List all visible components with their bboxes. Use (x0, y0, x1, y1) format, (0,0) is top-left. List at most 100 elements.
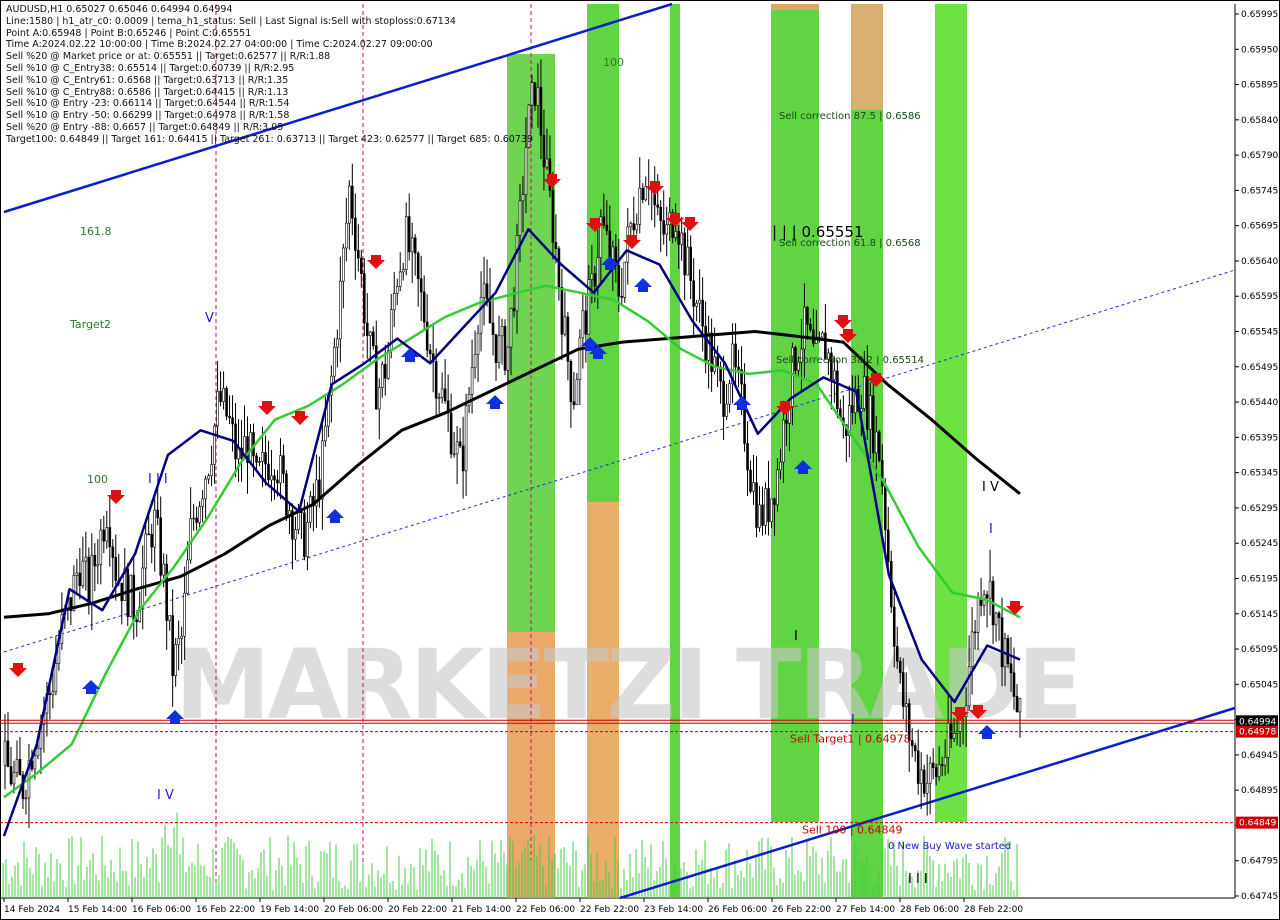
candle-body (620, 295, 624, 298)
candle-body (6, 740, 10, 767)
time-tick-label: 26 Feb 22:00 (772, 905, 831, 915)
candle-body (749, 469, 752, 492)
sell-correction-875-label: Sell correction 87.5 | 0.6586 (779, 111, 921, 122)
candle-body (512, 308, 516, 312)
candle-body (102, 529, 106, 542)
candle-body (111, 546, 115, 558)
new-buy-wave-label: 0 New Buy Wave started (888, 841, 1011, 852)
candle-body (485, 283, 489, 300)
candle-body (159, 517, 162, 576)
candle-body (180, 635, 183, 639)
info-line: Sell %10 @ Entry -50: 0.66299 || Target:… (6, 110, 290, 122)
candle-body (689, 246, 692, 282)
point-c-label: | | | 0.65551 (772, 223, 864, 241)
candle-body (153, 509, 157, 548)
candle-body (33, 755, 37, 770)
candle-body (183, 592, 186, 637)
time-tick-label: 14 Feb 2024 (4, 905, 60, 915)
price-tick-label: 0.65495 (1241, 363, 1278, 373)
candle-body (596, 257, 600, 287)
candle-body (24, 797, 28, 800)
candle-body (892, 606, 896, 647)
candle-body (105, 527, 109, 542)
candle-body (455, 441, 459, 455)
candle-body (114, 557, 118, 581)
candle-body (904, 703, 908, 707)
candle-body (584, 310, 588, 335)
sell-correction-382-label: Sell correction 38.2 | 0.65514 (776, 355, 924, 366)
candle-body (458, 441, 462, 447)
candle-body (677, 231, 680, 245)
time-tick-label: 22 Feb 06:00 (516, 905, 575, 915)
candle-body (659, 206, 663, 221)
candle-body (416, 252, 420, 279)
candle-body (518, 200, 522, 236)
candle-body (644, 186, 648, 200)
candle-body (988, 580, 992, 599)
sell-100-label: Sell 100 | 0.64849 (802, 824, 903, 837)
candle-body (452, 453, 456, 456)
candle-body (162, 563, 165, 576)
candle-body (782, 419, 785, 463)
candle-body (377, 387, 381, 410)
candle-body (874, 431, 878, 454)
price-tick-label: 0.65950 (1241, 45, 1278, 55)
candle-body (476, 332, 480, 355)
candle-body (165, 563, 168, 621)
candle-body (357, 250, 360, 259)
time-tick-label: 19 Feb 14:00 (260, 905, 319, 915)
candle-body (261, 452, 264, 462)
candle-body (473, 354, 477, 368)
candle-body (809, 324, 812, 331)
candle-body (662, 220, 666, 235)
candle-body (806, 306, 809, 325)
candle-body (593, 273, 597, 287)
candle-body (383, 364, 387, 379)
candle-body (359, 257, 363, 274)
time-tick-label: 20 Feb 06:00 (324, 905, 383, 915)
candle-body (1009, 663, 1013, 674)
candle-body (195, 517, 198, 523)
candle-body (491, 322, 495, 335)
candle-body (345, 222, 348, 249)
candle-body (303, 512, 306, 557)
candle-body (716, 356, 719, 368)
candle-body (877, 431, 881, 461)
candle-body (722, 380, 725, 417)
candle-body (871, 395, 875, 454)
price-tick-label: 0.65790 (1241, 151, 1278, 161)
candle-body (404, 216, 408, 270)
time-tick-label: 28 Feb 22:00 (964, 905, 1023, 915)
candle-body (351, 185, 354, 219)
candle-body (54, 663, 58, 693)
candle-body (90, 554, 94, 603)
candle-body (707, 332, 710, 361)
candle-body (371, 331, 375, 347)
candle-body (713, 356, 716, 372)
candle-body (605, 224, 609, 232)
candle-body (680, 232, 683, 245)
candle-body (15, 759, 19, 773)
time-tick-label: 16 Feb 22:00 (196, 905, 255, 915)
candle-body (737, 366, 740, 370)
candle-body (3, 740, 7, 766)
info-panel: AUDUSD,H1 0.65027 0.65046 0.64994 0.6499… (6, 4, 533, 146)
candle-body (779, 461, 782, 471)
candle-body (656, 204, 660, 208)
price-tick-label: 0.65345 (1241, 469, 1278, 479)
candle-body (773, 498, 776, 506)
candle-body (545, 158, 549, 168)
price-tick-label: 0.65245 (1241, 539, 1278, 549)
candle-body (506, 346, 510, 371)
candle-body (461, 445, 465, 472)
price-badge-label: 0.64978 (1239, 728, 1276, 738)
candle-body (539, 87, 543, 136)
candle-body (698, 299, 701, 304)
candle-body (231, 417, 234, 425)
candle-body (99, 529, 103, 565)
sell-target1-label: Sell Target1 | 0.64978 (790, 733, 911, 746)
candle-body (949, 722, 953, 739)
zone-band (771, 4, 819, 10)
candle-body (994, 612, 998, 626)
candle-body (318, 479, 321, 500)
